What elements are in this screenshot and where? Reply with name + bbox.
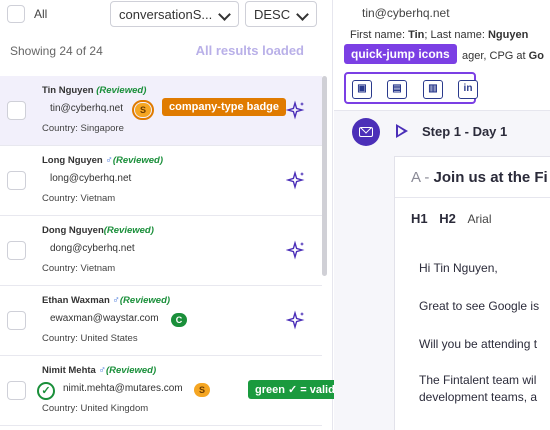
annotation-quick-jump: quick-jump icons [344,44,457,64]
detail-email: tin@cyberhq.net [362,6,450,20]
editor-divider [395,197,550,198]
sequence-timeline: Step 1 - Day 1 A - Join us at the Fi H1 … [334,111,550,430]
contact-email: tin@cyberhq.net [50,103,123,114]
contact-detail-panel: tin@cyberhq.net First name: Tin; Last na… [334,0,550,430]
building-icon[interactable]: ▥ [423,80,443,99]
list-toolbar: All conversationS... DESC [0,0,333,30]
company-type-badge: C [171,313,187,327]
row-checkbox[interactable] [7,101,26,120]
sort-direction-select[interactable]: DESC [245,1,317,27]
detail-names: First name: Tin; Last name: Nguyen [350,29,529,41]
result-count: Showing 24 of 24 [10,44,103,58]
email-body-line: Will you be attending t [419,337,538,351]
heading2-button[interactable]: H2 [439,211,456,226]
sort-field-value: conversationS... [119,7,213,22]
app-root: All conversationS... DESC Showing 24 of … [0,0,550,430]
email-body-line: The Fintalent team wil [419,373,537,387]
contact-name: Long Nguyen ♂(Reviewed) [42,155,163,166]
reviewed-label: (Reviewed) [105,365,157,376]
heading1-button[interactable]: H1 [411,211,428,226]
male-icon: ♂ [98,365,106,376]
male-icon: ♂ [105,155,113,166]
contact-country: Country: Vietnam [42,263,116,274]
email-body-line: Great to see Google is [419,299,540,313]
company-type-badge: S [194,383,210,397]
reviewed-label: (Reviewed) [119,295,171,306]
contact-list-panel: All conversationS... DESC Showing 24 of … [0,0,374,430]
email-body-line: Hi Tin Nguyen, [419,261,498,275]
email-body-line: development teams, a [419,390,538,404]
chevron-down-icon [218,8,231,21]
contact-row[interactable]: Dong Nguyen(Reviewed) dong@cyberhq.net C… [0,216,322,286]
sparkle-icon[interactable] [286,240,306,260]
contact-email: nimit.mehta@mutares.com [63,383,183,394]
sparkle-icon[interactable] [286,170,306,190]
contact-country: Country: Vietnam [42,193,116,204]
contact-name: Tin Nguyen (Reviewed) [42,85,147,96]
contact-row[interactable]: Ethan Waxman ♂(Reviewed) ewaxman@waystar… [0,286,322,356]
linkedin-icon[interactable]: in [458,80,478,99]
load-status: All results loaded [195,43,304,58]
row-checkbox[interactable] [7,311,26,330]
contact-row[interactable]: Nimit Mehta ♂(Reviewed) ✓ nimit.mehta@mu… [0,356,374,426]
contact-country: Country: United States [42,333,138,344]
contact-email: long@cyberhq.net [50,173,132,184]
sort-direction-value: DESC [254,7,291,22]
valid-email-check-icon: ✓ [37,382,55,400]
reviewed-label: (Reviewed) [103,225,154,236]
select-all-checkbox[interactable] [7,5,25,23]
email-editor-card: A - Join us at the Fi H1 H2 Arial Hi Tin… [394,156,550,430]
mail-icon [352,118,380,146]
contact-row[interactable]: Long Nguyen ♂(Reviewed) long@cyberhq.net… [0,146,322,216]
font-select[interactable]: Arial [468,212,492,226]
editor-toolbar: H1 H2 Arial [411,211,492,226]
calendar-contact-icon[interactable]: ▤ [387,80,407,99]
annotation-company-badge: company-type badge [162,98,287,116]
select-all-label: All [34,7,48,21]
contact-card-icon[interactable]: ▣ [352,80,372,99]
sort-field-select[interactable]: conversationS... [110,1,239,27]
male-icon: ♂ [112,295,120,306]
reviewed-label: (Reviewed) [112,155,163,166]
contact-country: Country: Singapore [42,123,124,134]
row-checkbox[interactable] [7,241,26,260]
contact-row[interactable]: Tin Nguyen (Reviewed) tin@cyberhq.net S … [0,76,322,146]
contact-name: Dong Nguyen(Reviewed) [42,225,154,236]
reviewed-label: (Reviewed) [96,85,147,96]
contact-email: dong@cyberhq.net [50,243,135,254]
quick-jump-icons: ▣ ▤ ▥ in [344,72,478,104]
list-scrollbar[interactable] [322,76,327,276]
row-checkbox[interactable] [7,171,26,190]
chevron-down-icon [296,8,309,21]
contact-name: Nimit Mehta ♂(Reviewed) [42,365,157,376]
row-checkbox[interactable] [7,381,26,400]
sparkle-icon[interactable] [286,310,306,330]
contact-list: Tin Nguyen (Reviewed) tin@cyberhq.net S … [0,76,374,426]
contact-country: Country: United Kingdom [42,403,149,414]
company-type-badge: S [132,100,154,120]
contact-email: ewaxman@waystar.com [50,313,159,324]
contact-name: Ethan Waxman ♂(Reviewed) [42,295,171,306]
sparkle-icon[interactable] [286,100,306,120]
step-label[interactable]: Step 1 - Day 1 [422,124,507,139]
email-subject[interactable]: A - Join us at the Fi [411,169,548,186]
